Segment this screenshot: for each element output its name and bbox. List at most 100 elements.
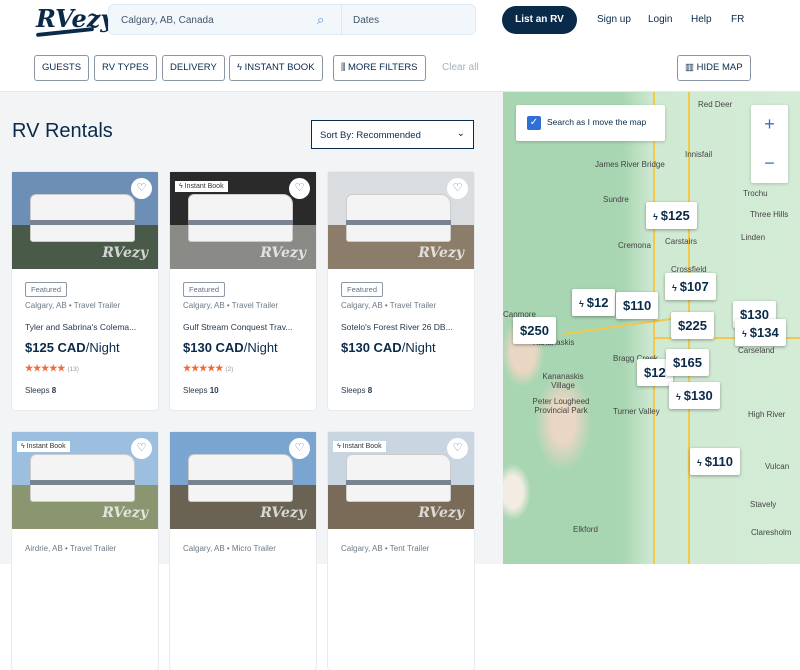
sleeps-info: Sleeps 10 bbox=[183, 386, 219, 395]
listing-card[interactable]: RVezy ♡ Featured Calgary, AB • Travel Trai… bbox=[328, 172, 474, 410]
instant-book-text: Instant Book bbox=[26, 443, 66, 450]
clear-all-link[interactable]: Clear all bbox=[442, 62, 479, 73]
price-unit: /Night bbox=[243, 340, 278, 355]
listing-location: Calgary, AB • Travel Trailer bbox=[183, 301, 279, 310]
map-price-pin[interactable]: $250 bbox=[513, 317, 556, 344]
listing-photo[interactable]: RVezy ϟ Instant Book ♡ bbox=[170, 172, 316, 269]
map-price-pin[interactable]: $110 bbox=[616, 292, 659, 319]
instant-book-text: Instant Book bbox=[184, 183, 224, 190]
list-an-rv-button[interactable]: List an RV bbox=[502, 6, 577, 34]
sleeps-label: Sleeps bbox=[183, 386, 208, 395]
rvezy-watermark: RVezy bbox=[418, 245, 464, 261]
map-place-label: Trochu bbox=[743, 189, 768, 198]
listing-card[interactable]: RVezy ♡ Calgary, AB • Micro Trailer bbox=[170, 432, 316, 670]
map-price-pin[interactable]: ϟ $107 bbox=[665, 273, 716, 300]
top-header: RVezy Calgary, AB, Canada ⌕ Dates List a… bbox=[0, 0, 800, 45]
results-panel: RV Rentals Sort By: Recommended ⌄ RVezy ♡… bbox=[0, 92, 503, 670]
listing-photo[interactable]: RVezy ♡ bbox=[170, 432, 316, 529]
pin-price: $12 bbox=[586, 295, 609, 310]
pin-price: $107 bbox=[679, 279, 709, 294]
map-price-pin[interactable]: ϟ $134 bbox=[735, 319, 786, 346]
location-input[interactable]: Calgary, AB, Canada bbox=[121, 15, 214, 26]
listing-title[interactable]: Tyler and Sabrina's Colema... bbox=[25, 322, 150, 332]
map-price-pin[interactable]: $165 bbox=[666, 349, 709, 376]
divider bbox=[341, 5, 342, 34]
listing-card[interactable]: RVezy ♡ Featured Calgary, AB • Travel Trai… bbox=[12, 172, 158, 410]
map-place-label: Cremona bbox=[618, 241, 651, 250]
favorite-heart-icon[interactable]: ♡ bbox=[447, 438, 468, 459]
sleeps-count: 8 bbox=[367, 386, 373, 395]
listing-photo[interactable]: RVezy ϟ Instant Book ♡ bbox=[12, 432, 158, 529]
map-place-label: Elkford bbox=[573, 525, 598, 534]
sort-value: Sort By: Recommended bbox=[320, 130, 421, 141]
more-filters-button[interactable]: ⫼ MORE FILTERS bbox=[333, 55, 426, 81]
dates-input[interactable]: Dates bbox=[353, 15, 379, 26]
map-price-pin[interactable]: ϟ $12 bbox=[572, 289, 616, 316]
instant-book-badge: ϟ Instant Book bbox=[175, 181, 228, 192]
featured-badge: Featured bbox=[341, 282, 384, 297]
map-place-label: Carseland bbox=[738, 346, 775, 355]
listing-title[interactable]: Sotelo's Forest River 26 DB... bbox=[341, 322, 466, 332]
rv-types-filter[interactable]: RV TYPES bbox=[94, 55, 157, 81]
favorite-heart-icon[interactable]: ♡ bbox=[131, 178, 152, 199]
search-icon[interactable]: ⌕ bbox=[317, 12, 324, 28]
review-count: (2) bbox=[225, 366, 234, 373]
pin-price: $130 bbox=[683, 388, 713, 403]
map-price-pin[interactable]: ϟ $110 bbox=[690, 448, 740, 475]
rv-shape bbox=[188, 194, 293, 242]
listing-photo[interactable]: RVezy ♡ bbox=[12, 172, 158, 269]
listing-price: $125 CAD/Night bbox=[25, 340, 120, 355]
map-price-pin[interactable]: $225 bbox=[671, 312, 714, 339]
sort-dropdown[interactable]: Sort By: Recommended ⌄ bbox=[311, 120, 474, 149]
instant-book-filter[interactable]: ϟ INSTANT BOOK bbox=[229, 55, 323, 81]
zoom-in-button[interactable]: + bbox=[751, 105, 788, 144]
search-bar[interactable]: Calgary, AB, Canada ⌕ Dates bbox=[108, 4, 476, 35]
map[interactable]: Red Deer Innisfail James River Bridge Sundr… bbox=[503, 92, 800, 564]
language-fr-link[interactable]: FR bbox=[731, 14, 744, 25]
rvezy-watermark: RVezy bbox=[102, 245, 148, 261]
rv-shape bbox=[30, 454, 135, 502]
sleeps-info: Sleeps 8 bbox=[341, 386, 372, 395]
search-as-move-toggle[interactable]: ✓ Search as I move the map bbox=[516, 105, 665, 141]
favorite-heart-icon[interactable]: ♡ bbox=[447, 178, 468, 199]
delivery-filter[interactable]: DELIVERY bbox=[162, 55, 225, 81]
rvezy-watermark: RVezy bbox=[102, 505, 148, 521]
instant-book-text: Instant Book bbox=[342, 443, 382, 450]
sign-up-link[interactable]: Sign up bbox=[597, 14, 631, 25]
listing-location: Calgary, AB • Tent Trailer bbox=[341, 544, 430, 553]
search-as-move-label: Search as I move the map bbox=[547, 117, 647, 127]
map-place-label: Claresholm bbox=[751, 528, 792, 537]
map-place-label: High River bbox=[748, 410, 786, 419]
checkbox-checked-icon[interactable]: ✓ bbox=[527, 116, 541, 130]
listing-card[interactable]: RVezy ϟ Instant Book ♡ Calgary, AB • Tent… bbox=[328, 432, 474, 670]
hide-map-button[interactable]: ▥ HIDE MAP bbox=[677, 55, 751, 81]
rv-stripe bbox=[346, 220, 451, 225]
sleeps-count: 8 bbox=[51, 386, 57, 395]
zoom-out-button[interactable]: − bbox=[751, 144, 788, 183]
login-link[interactable]: Login bbox=[648, 14, 672, 25]
favorite-heart-icon[interactable]: ♡ bbox=[131, 438, 152, 459]
hide-map-label: HIDE MAP bbox=[696, 62, 743, 73]
rvezy-watermark: RVezy bbox=[418, 505, 464, 521]
pin-price: $250 bbox=[520, 323, 549, 338]
rv-shape bbox=[346, 454, 451, 502]
guests-filter[interactable]: GUESTS bbox=[34, 55, 90, 81]
listing-price: $130 CAD/Night bbox=[183, 340, 278, 355]
rv-stripe bbox=[30, 220, 135, 225]
pin-price: $12 bbox=[644, 365, 666, 380]
listing-location: Airdrie, AB • Travel Trailer bbox=[25, 544, 117, 553]
pin-price: $225 bbox=[678, 318, 707, 333]
listing-photo[interactable]: RVezy ϟ Instant Book ♡ bbox=[328, 432, 474, 529]
map-price-pin[interactable]: ϟ $125 bbox=[646, 202, 697, 229]
map-price-pin[interactable]: ϟ $130 bbox=[669, 382, 720, 409]
help-link[interactable]: Help bbox=[691, 14, 712, 25]
map-place-label: Stavely bbox=[750, 500, 777, 509]
map-place-label: Turner Valley bbox=[613, 407, 660, 416]
listing-card[interactable]: RVezy ϟ Instant Book ♡ Airdrie, AB • Trav… bbox=[12, 432, 158, 670]
listing-card[interactable]: RVezy ϟ Instant Book ♡ Featured Calgary, A… bbox=[170, 172, 316, 410]
favorite-heart-icon[interactable]: ♡ bbox=[289, 178, 310, 199]
favorite-heart-icon[interactable]: ♡ bbox=[289, 438, 310, 459]
listing-title[interactable]: Gulf Stream Conquest Trav... bbox=[183, 322, 308, 332]
rv-stripe bbox=[30, 480, 135, 485]
listing-photo[interactable]: RVezy ♡ bbox=[328, 172, 474, 269]
